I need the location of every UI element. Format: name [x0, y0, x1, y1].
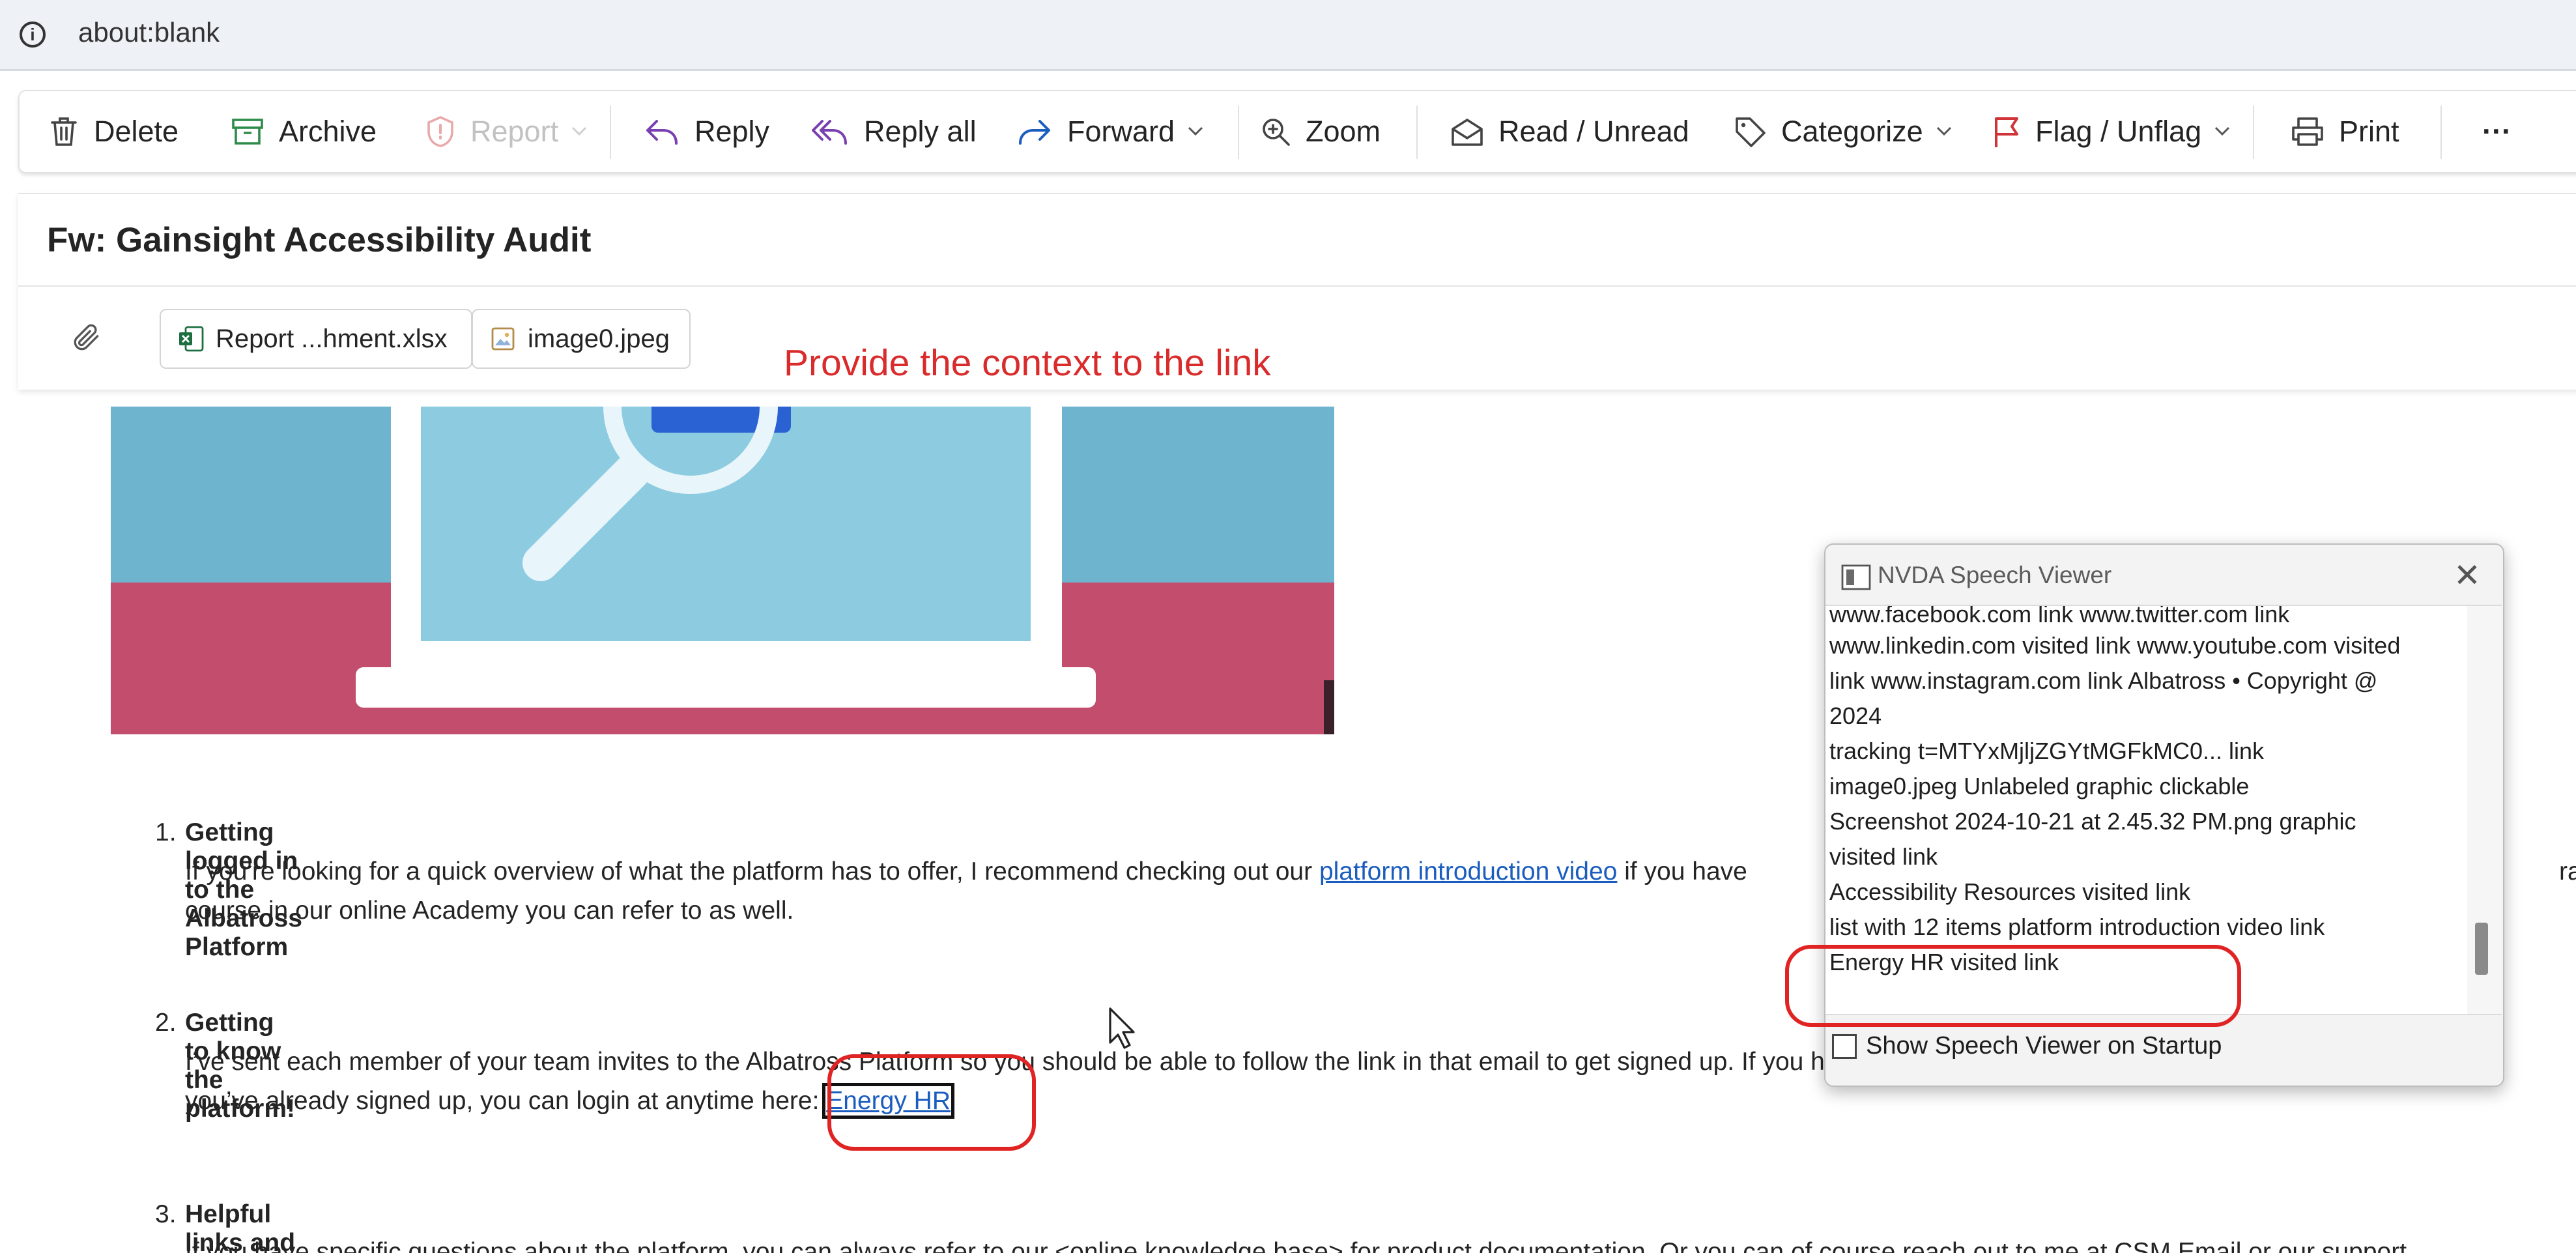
chevron-down-icon — [1936, 126, 1951, 136]
checkbox-label: Show Speech Viewer on Startup — [1866, 1032, 2222, 1059]
message-header: Fw: Gainsight Accessibility Audit Report… — [18, 193, 2576, 390]
nvda-app-icon — [1841, 564, 1871, 594]
trash-icon — [51, 117, 77, 146]
message-toolbar: Delete Archive Report Reply Reply all Fo… — [18, 90, 2576, 173]
section-text: course in our online Academy you can ref… — [185, 897, 794, 925]
section-text: If you have specific questions about the… — [185, 1238, 2407, 1253]
speech-line: visited link — [1829, 843, 1938, 870]
mouse-cursor-icon — [1108, 1006, 1138, 1052]
delete-button[interactable]: Delete — [48, 91, 179, 172]
speech-line: image0.jpeg Unlabeled graphic clickable — [1829, 773, 2250, 799]
zoom-label: Zoom — [1306, 115, 1381, 148]
speech-line: 2024 — [1829, 702, 1882, 729]
print-label: Print — [2339, 115, 2399, 148]
categorize-button[interactable]: Categorize — [1733, 91, 1966, 172]
nvda-window-title: NVDA Speech Viewer — [1878, 562, 2112, 588]
list-number: 1. — [155, 818, 177, 846]
annotation-note: Provide the context to the link — [784, 342, 1271, 384]
categorize-label: Categorize — [1781, 115, 1923, 148]
archive-button[interactable]: Archive — [231, 91, 377, 172]
address-url[interactable]: about:blank — [78, 17, 220, 48]
delete-label: Delete — [94, 115, 179, 148]
speech-line: list with 12 items platform introduction… — [1829, 914, 2325, 940]
report-button[interactable]: Report — [425, 91, 601, 172]
speech-scrollbar[interactable] — [2467, 605, 2502, 1015]
email-subject: Fw: Gainsight Accessibility Audit — [47, 221, 592, 259]
read-unread-label: Read / Unread — [1498, 115, 1689, 148]
attachment-name: Report ...hment.xlsx — [216, 324, 448, 353]
checkbox-box[interactable] — [1832, 1033, 1857, 1059]
annotation-ring-link — [827, 1054, 1036, 1151]
speech-line: link www.instagram.com link Albatross • … — [1829, 667, 2378, 694]
startup-checkbox[interactable]: Show Speech Viewer on Startup — [1832, 1032, 2222, 1060]
speech-line: Screenshot 2024-10-21 at 2.45.32 PM.png … — [1829, 808, 2356, 835]
excel-file-icon — [179, 326, 204, 352]
section-title: Getting logged in to the Albatross Platf… — [185, 818, 302, 961]
chevron-down-icon — [1188, 126, 1203, 136]
attachment-name: image0.jpeg — [528, 324, 670, 353]
envelope-open-icon — [1452, 119, 1483, 146]
flag-unflag-label: Flag / Unflag — [2035, 115, 2202, 148]
section-text: If you're looking for a quick overview o… — [185, 857, 1747, 886]
tag-icon — [1736, 117, 1766, 147]
chevron-down-icon — [2215, 126, 2230, 136]
zoom-button[interactable]: Zoom — [1260, 91, 1381, 172]
archive-icon — [232, 119, 263, 145]
flag-icon — [1995, 117, 2018, 147]
zoom-icon — [1263, 119, 1290, 146]
reply-all-label: Reply all — [864, 115, 977, 148]
reply-all-icon — [812, 120, 847, 145]
forward-label: Forward — [1067, 115, 1175, 148]
image-file-icon — [491, 327, 515, 351]
more-icon: ··· — [2482, 115, 2512, 148]
flag-unflag-button[interactable]: Flag / Unflag — [1992, 91, 2244, 172]
forward-button[interactable]: Forward — [1016, 91, 1218, 172]
reply-icon — [646, 120, 678, 145]
more-options-button[interactable]: ··· — [2482, 91, 2512, 172]
annotation-ring-speech — [1785, 945, 2241, 1027]
shield-alert-icon — [427, 116, 453, 147]
list-number: 2. — [155, 1009, 177, 1037]
print-button[interactable]: Print — [2291, 91, 2399, 172]
reply-all-button[interactable]: Reply all — [810, 91, 977, 172]
close-icon[interactable]: ✕ — [2454, 559, 2481, 592]
platform-intro-link[interactable]: platform introduction video — [1319, 857, 1617, 886]
attachment-xlsx[interactable]: Report ...hment.xlsx — [160, 309, 472, 369]
speech-line: tracking t=MTYxMjljZGYtMGFkMC0... link — [1829, 738, 2265, 764]
scrollbar-thumb[interactable] — [2475, 923, 2488, 975]
paperclip-icon — [70, 321, 103, 357]
forward-icon — [1019, 120, 1050, 145]
address-bar: i about:blank — [0, 0, 2576, 71]
info-icon[interactable]: i — [20, 22, 46, 48]
archive-label: Archive — [279, 115, 377, 148]
chevron-down-icon — [572, 126, 587, 136]
speech-line: www.linkedin.com visited link www.youtub… — [1829, 632, 2401, 659]
header-divider — [18, 285, 2576, 287]
speech-line: Accessibility Resources visited link — [1829, 878, 2191, 905]
read-unread-button[interactable]: Read / Unread — [1450, 91, 1689, 172]
hero-image — [111, 407, 1334, 734]
reply-button[interactable]: Reply — [644, 91, 769, 172]
report-label: Report — [470, 115, 559, 148]
printer-icon — [2292, 117, 2323, 146]
reply-label: Reply — [694, 115, 770, 148]
attachment-image[interactable]: image0.jpeg — [472, 309, 691, 369]
section-text-tail: raining — [2559, 857, 2576, 886]
list-number: 3. — [155, 1200, 177, 1228]
speech-line: www.facebook.com link www.twitter.com li… — [1829, 605, 2290, 627]
